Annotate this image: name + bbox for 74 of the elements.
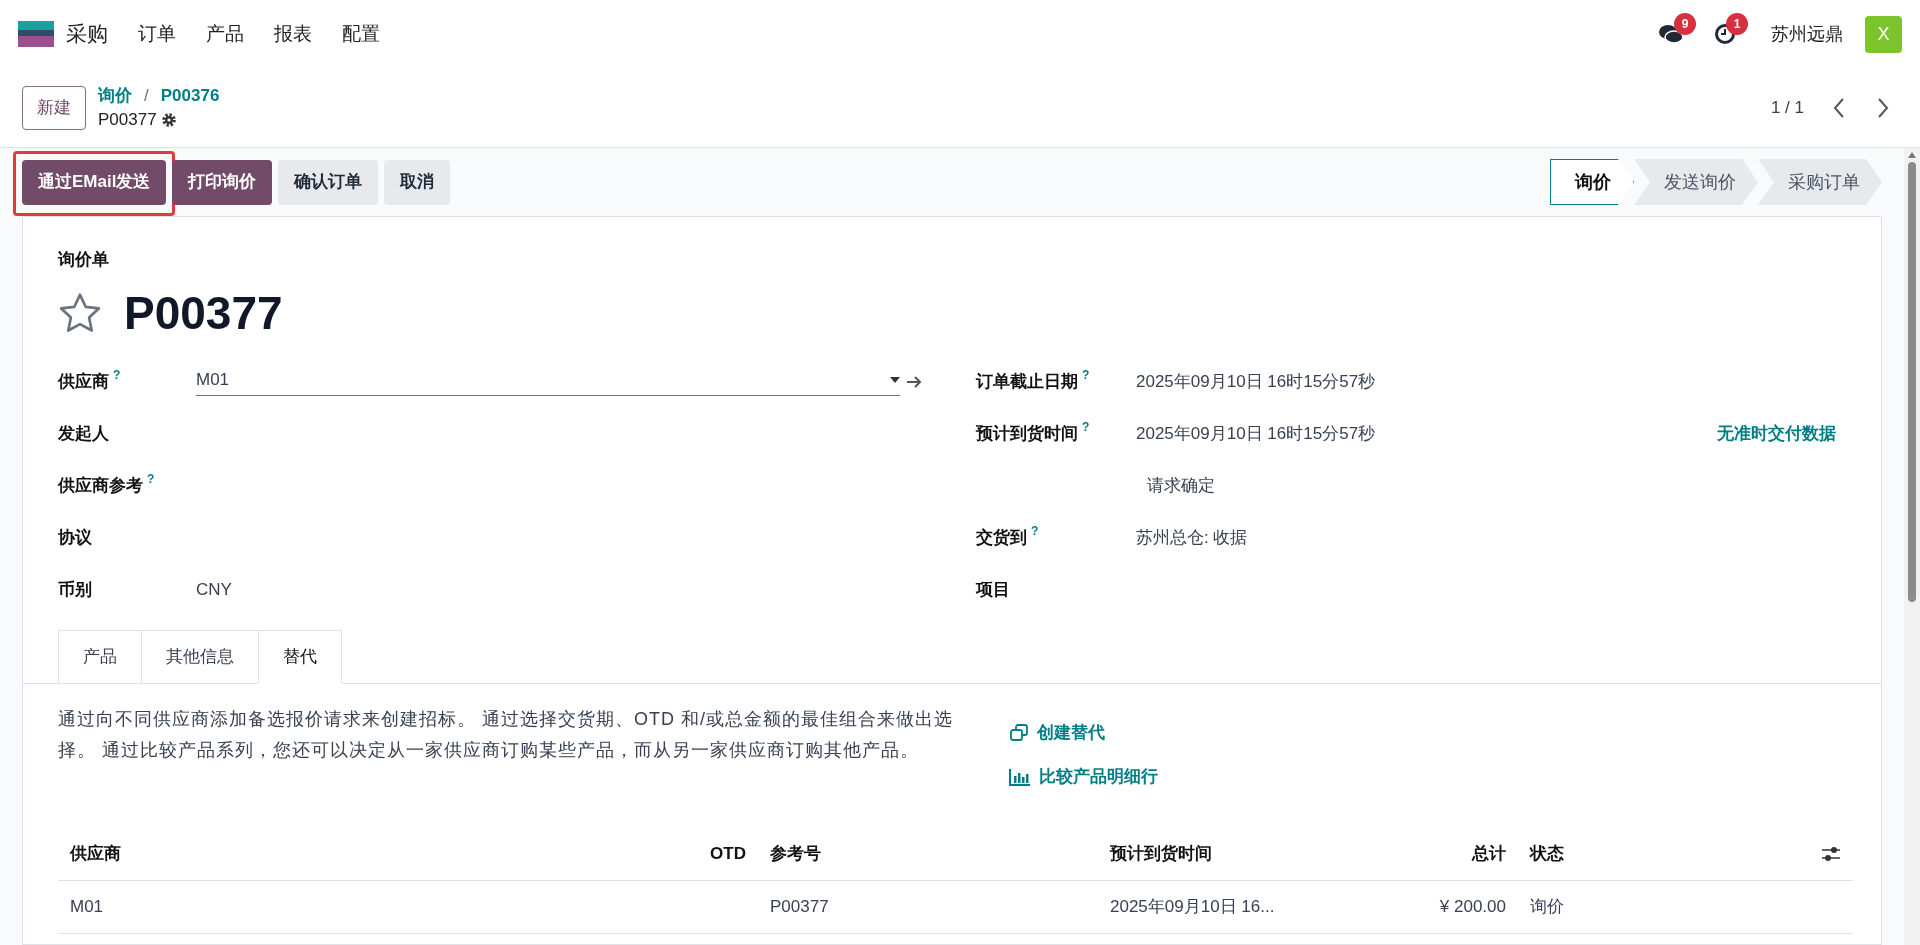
field-label: 订单截止日期 [976, 370, 1078, 393]
scroll-up-icon[interactable] [1908, 152, 1916, 158]
menu-item[interactable]: 产品 [206, 19, 244, 49]
table-cell: 询价 [1530, 896, 1564, 916]
menu-item[interactable]: 订单 [138, 19, 176, 49]
caret-icon [890, 377, 900, 383]
action-button[interactable]: 确认订单 [278, 159, 379, 205]
help-icon[interactable]: ? [1082, 420, 1090, 433]
arrow-right-icon[interactable] [906, 374, 922, 389]
table-row[interactable]: M01 P00377 2025年09月10日 16... ¥ 200.00 询价 [58, 880, 1853, 934]
menu-item[interactable]: 报表 [274, 19, 312, 49]
column-settings-icon[interactable] [1821, 844, 1841, 863]
scrollbar-thumb[interactable] [1908, 162, 1916, 602]
status-step[interactable]: 询价 [1550, 159, 1634, 205]
breadcrumb-link[interactable]: P00376 [160, 83, 220, 108]
tab[interactable]: 替代 [258, 629, 342, 684]
column-header[interactable]: 预计到货时间 [1098, 840, 1378, 867]
star-icon[interactable] [58, 292, 102, 334]
field-value: CNY [196, 578, 232, 601]
status-step[interactable]: 发送询价 [1634, 159, 1758, 205]
previous-icon[interactable] [1832, 96, 1846, 119]
field-value: 2025年09月10日 16时15分57秒 [1136, 422, 1376, 445]
field-label: 协议 [58, 526, 92, 549]
settings-icon[interactable] [160, 111, 177, 128]
message-count-badge: 9 [1674, 13, 1696, 35]
next-icon[interactable] [1876, 96, 1890, 119]
app-name[interactable]: 采购 [66, 18, 108, 50]
field-label: 供应商参考 [58, 474, 143, 497]
action-button[interactable]: 通过EMail发送 [22, 159, 167, 205]
field-value: 2025年09月10日 16时15分57秒 [1136, 370, 1376, 393]
on-time-delivery-link[interactable]: 无准时交付数据 [1717, 420, 1836, 447]
pager-value: 1 / 1 [1770, 96, 1804, 119]
breadcrumb-separator: / [144, 84, 149, 107]
alternative-link[interactable]: 比较产品明细行 [1009, 759, 1158, 794]
table-cell: 2025年09月10日 16... [1110, 896, 1275, 916]
field-value: 苏州总仓: 收据 [1136, 526, 1248, 549]
table-cell: ¥ 200.00 [1439, 896, 1506, 916]
help-icon[interactable]: ? [1082, 368, 1090, 381]
record-name: P00377 [98, 108, 157, 131]
field-label: 供应商 [58, 370, 109, 393]
field-label: 币别 [58, 578, 92, 601]
company-name[interactable]: 苏州远鼎 [1771, 20, 1843, 48]
column-header[interactable]: 状态 [1518, 840, 1758, 867]
clock-icon[interactable] [1714, 23, 1736, 45]
bar-chart-icon [1009, 767, 1031, 786]
column-header[interactable]: 参考号 [758, 840, 1098, 867]
menu-item[interactable]: 配置 [342, 19, 380, 49]
form-title: P00377 [124, 285, 283, 341]
form-subtitle: 询价单 [58, 249, 110, 271]
help-icon[interactable]: ? [113, 368, 121, 381]
field-label: 交货到 [976, 526, 1027, 549]
supplier-select[interactable]: M01 [196, 367, 900, 396]
app-logo-icon[interactable] [18, 21, 54, 47]
help-icon[interactable]: ? [147, 472, 155, 485]
description-text: 通过向不同供应商添加备选报价请求来创建招标。 通过选择交货期、OTD 和/或总金额的最佳组合来做出选择。 通过比较产品系列，您还可以决定从一家供应商订购某些产品，而从另一家供应商订购其他产品。 [58, 707, 954, 762]
table-cell: P00377 [770, 896, 829, 916]
new-button[interactable]: 新建 [22, 85, 86, 130]
field-value: 请求确定 [1147, 474, 1215, 497]
help-icon[interactable]: ? [1031, 524, 1039, 537]
action-button[interactable]: 打印询价 [172, 159, 273, 205]
tab[interactable]: 产品 [58, 629, 142, 684]
table-cell: M01 [70, 896, 104, 916]
field-label: 发起人 [58, 422, 109, 445]
action-button[interactable]: 取消 [384, 159, 451, 205]
copy-icon [1009, 723, 1029, 742]
column-header[interactable]: OTD [698, 840, 758, 867]
activity-count-badge: 1 [1726, 13, 1748, 35]
alternative-link[interactable]: 创建替代 [1009, 715, 1158, 750]
field-label: 项目 [976, 578, 1010, 601]
column-header[interactable]: 供应商 [58, 840, 698, 867]
status-step[interactable]: 采购订单 [1758, 159, 1882, 205]
breadcrumb-link[interactable]: 询价 [98, 83, 132, 108]
field-label: 预计到货时间 [976, 422, 1078, 445]
column-header[interactable]: 总计 [1378, 840, 1518, 867]
